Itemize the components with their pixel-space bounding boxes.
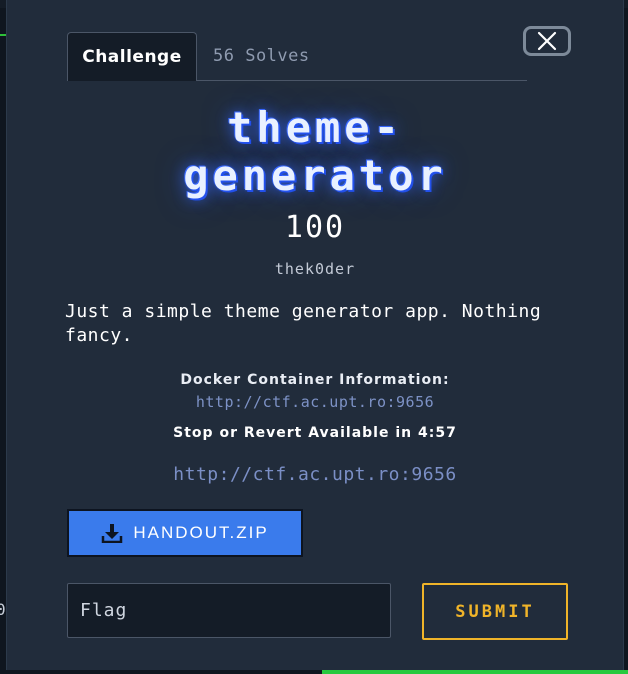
background-partial-text: 0 xyxy=(0,600,6,619)
docker-info-heading: Docker Container Information: xyxy=(180,372,450,388)
download-icon xyxy=(102,524,123,543)
challenge-link[interactable]: http://ctf.ac.upt.ro:9656 xyxy=(7,464,623,485)
flag-input[interactable] xyxy=(67,583,391,638)
challenge-author: thek0der xyxy=(274,260,356,278)
download-handout-label: HANDOUT.ZIP xyxy=(133,523,269,542)
challenge-points: 100 xyxy=(284,210,346,245)
challenge-description: Just a simple theme generator app. Nothi… xyxy=(65,301,542,346)
close-icon xyxy=(537,31,557,51)
challenge-modal: Challenge 56 Solves theme- generator 100… xyxy=(6,0,624,670)
download-handout-button[interactable]: HANDOUT.ZIP xyxy=(67,509,303,557)
challenge-title-line-2: generator xyxy=(183,151,447,200)
stop-revert-status: Stop or Revert Available in 4:57 xyxy=(173,425,457,441)
tab-solves[interactable]: 56 Solves xyxy=(213,32,310,80)
tab-challenge[interactable]: Challenge xyxy=(67,32,197,81)
challenge-title: theme- generator xyxy=(7,104,623,200)
docker-info-url: http://ctf.ac.upt.ro:9656 xyxy=(195,393,435,411)
challenge-tabs: Challenge 56 Solves xyxy=(67,32,527,81)
submit-button[interactable]: SUBMIT xyxy=(422,583,568,640)
background-progress-line xyxy=(322,670,628,674)
challenge-title-line-1: theme- xyxy=(227,103,403,152)
close-button[interactable] xyxy=(523,26,571,56)
